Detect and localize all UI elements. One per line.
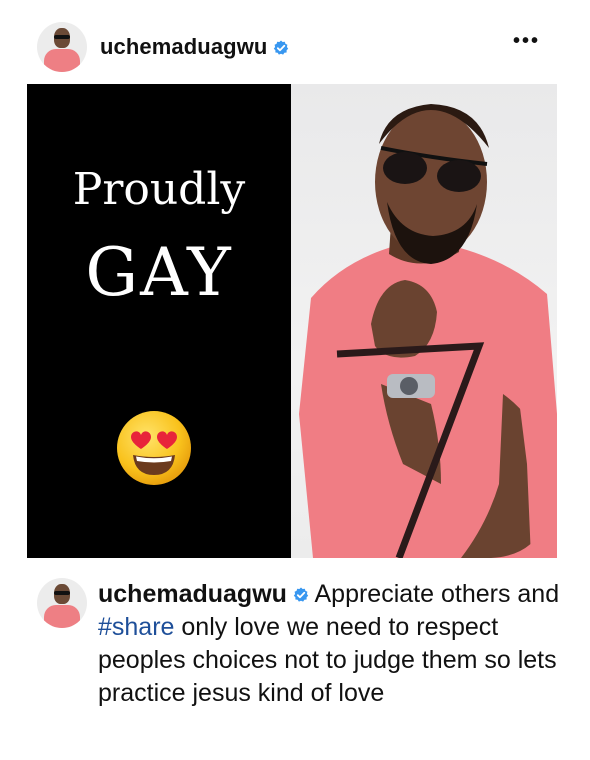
post-image[interactable]: Proudly GAY	[27, 84, 557, 558]
image-text-gay: GAY	[85, 234, 233, 311]
post-caption: uchemaduagwu Appreciate others and #shar…	[98, 578, 578, 710]
caption-text-1: Appreciate others and	[314, 580, 560, 608]
text-panel: Proudly GAY	[27, 84, 291, 558]
photo-panel	[291, 84, 557, 558]
image-text-proudly: Proudly	[72, 164, 246, 215]
verified-badge-icon	[273, 40, 289, 56]
more-options-icon[interactable]: •••	[513, 31, 540, 51]
heart-eyes-emoji-icon	[115, 409, 193, 487]
post-username[interactable]: uchemaduagwu	[100, 34, 289, 60]
caption-avatar[interactable]	[37, 578, 87, 628]
man-photo	[299, 104, 557, 558]
post-header: uchemaduagwu •••	[0, 0, 590, 86]
caption-username[interactable]: uchemaduagwu	[98, 580, 287, 608]
hashtag-share[interactable]: #share	[98, 613, 174, 641]
username-link[interactable]: uchemaduagwu	[100, 34, 267, 59]
verified-badge-icon	[293, 587, 309, 603]
avatar[interactable]	[37, 22, 87, 72]
